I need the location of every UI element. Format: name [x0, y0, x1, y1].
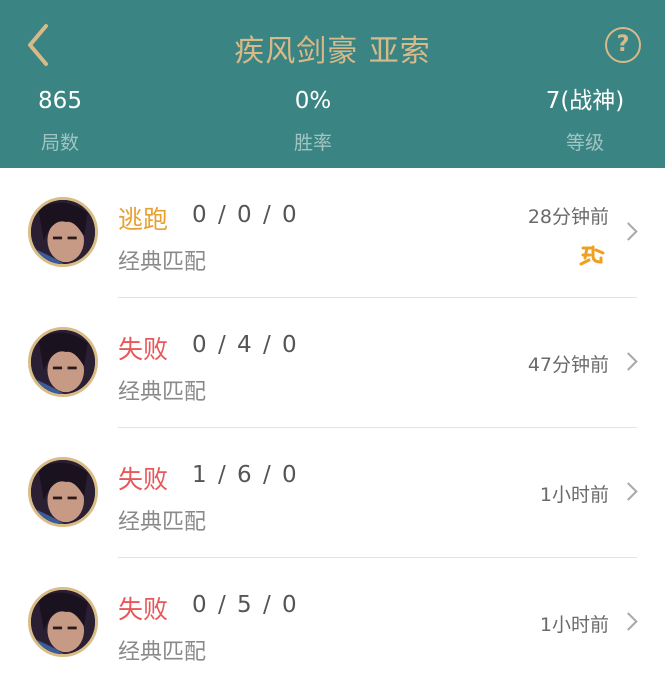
stat-games-value: 865	[38, 88, 82, 114]
match-row[interactable]: 失败 0 / 5 / 0 经典匹配 1小时前	[0, 558, 665, 688]
match-kda: 1 / 6 / 0	[192, 462, 299, 488]
stat-level-label: 等级	[565, 132, 604, 154]
match-mode: 经典匹配	[118, 640, 207, 665]
champion-avatar	[28, 197, 98, 267]
match-result: 失败	[118, 595, 169, 624]
match-time: 28分钟前	[527, 206, 609, 228]
match-row[interactable]: 逃跑 0 / 0 / 0 经典匹配 28分钟前	[0, 168, 665, 298]
chevron-right-icon	[619, 352, 638, 371]
match-kda: 0 / 0 / 0	[192, 202, 299, 228]
match-time: 1小时前	[539, 484, 609, 506]
escape-badge-icon	[579, 245, 605, 266]
page-title: 疾风剑豪 亚索	[234, 34, 431, 69]
match-result: 失败	[118, 335, 169, 364]
match-mode: 经典匹配	[118, 510, 207, 535]
stat-games-label: 局数	[40, 132, 79, 154]
match-row[interactable]: 失败 1 / 6 / 0 经典匹配 1小时前	[0, 428, 665, 558]
match-list: 逃跑 0 / 0 / 0 经典匹配 28分钟前 失败 0 / 4 / 0 经典匹…	[0, 168, 665, 688]
question-circle-icon[interactable]: ?	[605, 27, 641, 63]
stat-level: 7(战神) 等级	[515, 86, 655, 155]
stat-level-value: 7(战神)	[545, 88, 625, 114]
champion-avatar	[28, 457, 98, 527]
match-kda: 0 / 4 / 0	[192, 332, 299, 358]
champion-avatar	[28, 327, 98, 397]
match-kda: 0 / 5 / 0	[192, 592, 299, 618]
match-row[interactable]: 失败 0 / 4 / 0 经典匹配 47分钟前	[0, 298, 665, 428]
stat-games: 865 局数	[0, 86, 130, 155]
match-time: 47分钟前	[527, 354, 609, 376]
chevron-right-icon	[619, 222, 638, 241]
header-bar: 疾风剑豪 亚索 ? 865 局数 0% 胜率 7(战神) 等级	[0, 0, 665, 168]
match-result: 逃跑	[118, 205, 169, 234]
match-mode: 经典匹配	[118, 380, 207, 405]
stat-winrate-value: 0%	[294, 88, 332, 114]
chevron-right-icon	[619, 612, 638, 631]
chevron-right-icon	[619, 482, 638, 501]
match-mode: 经典匹配	[118, 250, 207, 275]
match-time: 1小时前	[539, 614, 609, 636]
champion-avatar	[28, 587, 98, 657]
stat-winrate: 0% 胜率	[243, 86, 383, 155]
match-result: 失败	[118, 465, 169, 494]
stat-winrate-label: 胜率	[293, 132, 332, 154]
